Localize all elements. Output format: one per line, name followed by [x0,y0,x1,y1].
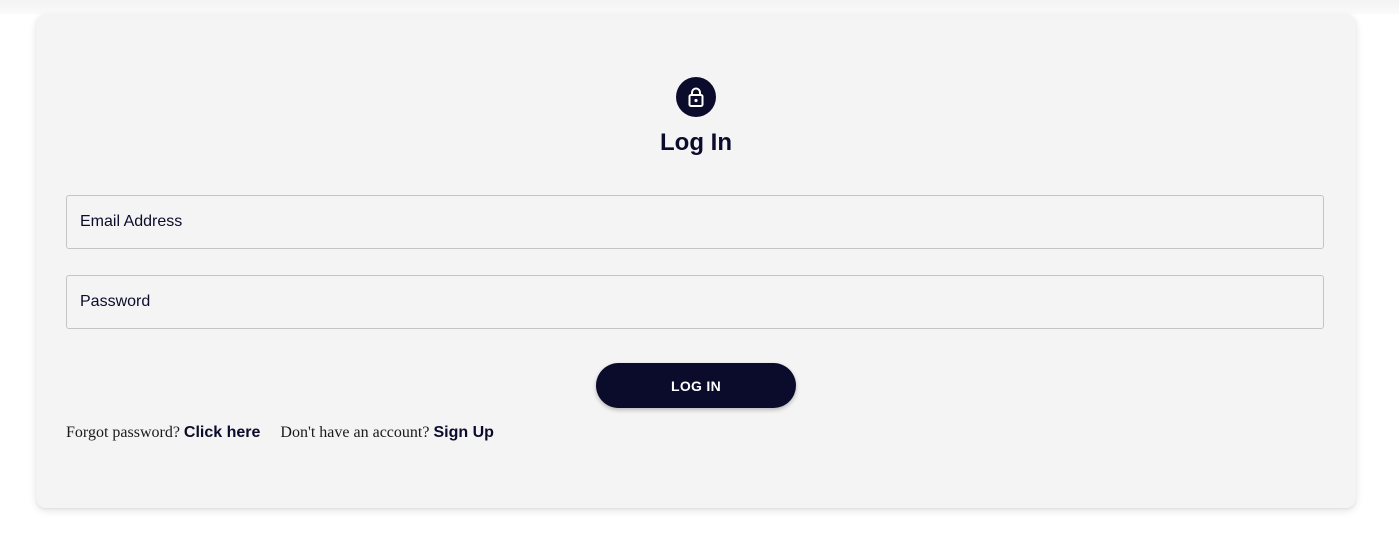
lock-badge [676,77,716,117]
login-card: Log In LOG IN Forgot password? Click her… [36,14,1356,508]
forgot-password-text: Forgot password? [66,424,180,441]
signup-prompt-text: Don't have an account? [280,424,430,441]
page-title: Log In [660,129,732,156]
lock-icon [688,87,704,107]
password-field[interactable] [66,275,1324,329]
password-input[interactable] [67,276,1323,328]
top-strip [0,0,1399,14]
auth-links: Forgot password? Click here Don't have an… [66,424,494,442]
login-button[interactable]: LOG IN [596,363,796,408]
email-input[interactable] [67,196,1323,248]
sign-up-link[interactable]: Sign Up [433,424,493,441]
email-field[interactable] [66,195,1324,249]
forgot-password-link[interactable]: Click here [184,424,260,441]
